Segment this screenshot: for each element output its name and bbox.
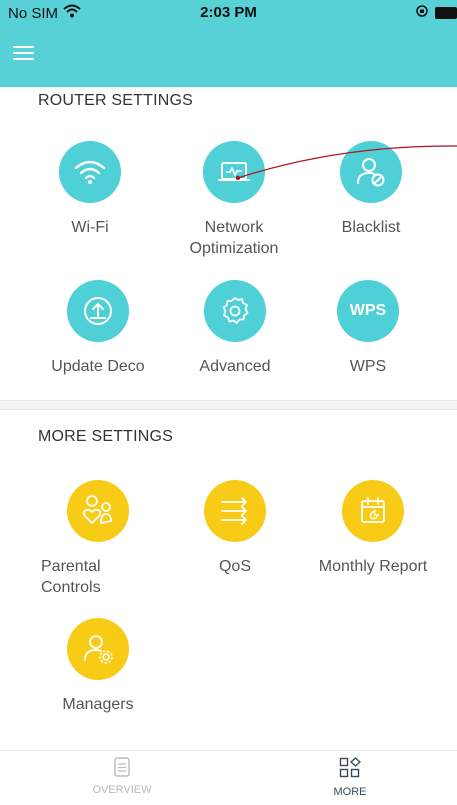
- app-header: No SIM 2:03 PM: [0, 0, 457, 87]
- calendar-icon: [342, 480, 404, 542]
- rotation-lock-icon: [415, 4, 429, 22]
- hamburger-menu-button[interactable]: [10, 40, 40, 66]
- wps-icon-text: WPS: [349, 302, 387, 319]
- qos-tile[interactable]: QoS: [160, 480, 310, 577]
- blacklist-icon: [340, 141, 402, 203]
- more-icon: [300, 757, 400, 782]
- tab-overview[interactable]: OVERVIEW: [72, 757, 172, 796]
- qos-label: QoS: [218, 558, 251, 575]
- advanced-label: Advanced: [199, 358, 271, 375]
- monthly-report-label: Monthly Report: [318, 558, 428, 575]
- parental-controls-tile[interactable]: Parental Controls: [23, 480, 173, 598]
- blacklist-tile[interactable]: Blacklist: [296, 141, 446, 238]
- network-optimization-icon: [203, 141, 265, 203]
- status-bar: No SIM 2:03 PM: [0, 0, 457, 26]
- wifi-label: Wi-Fi: [71, 219, 109, 236]
- tab-more-label: MORE: [333, 786, 367, 798]
- parental-controls-icon: [67, 480, 129, 542]
- status-time: 2:03 PM: [200, 4, 257, 21]
- update-deco-tile[interactable]: Update Deco: [23, 280, 173, 377]
- wifi-icon: [59, 141, 121, 203]
- section-divider: [0, 400, 457, 410]
- tab-more[interactable]: MORE: [300, 757, 400, 798]
- battery-icon: [435, 7, 457, 19]
- update-deco-label: Update Deco: [51, 358, 145, 375]
- gear-icon: [204, 280, 266, 342]
- wps-icon: WPS: [337, 280, 399, 342]
- bottom-tab-bar: OVERVIEW MORE: [0, 750, 457, 805]
- managers-label: Managers: [62, 696, 134, 713]
- blacklist-label: Blacklist: [341, 219, 401, 236]
- wifi-tile[interactable]: Wi-Fi: [15, 141, 165, 238]
- wps-label: WPS: [349, 358, 387, 375]
- advanced-tile[interactable]: Advanced: [160, 280, 310, 377]
- tab-overview-label: OVERVIEW: [92, 784, 152, 796]
- network-optimization-tile[interactable]: Network Optimization: [159, 141, 309, 259]
- overview-icon: [72, 757, 172, 780]
- monthly-report-tile[interactable]: Monthly Report: [298, 480, 448, 577]
- parental-controls-label: Parental Controls: [41, 558, 101, 596]
- router-settings-title: ROUTER SETTINGS: [38, 92, 194, 109]
- managers-icon: [67, 618, 129, 680]
- wps-tile[interactable]: WPS WPS: [293, 280, 443, 377]
- update-icon: [67, 280, 129, 342]
- network-optimization-label: Network Optimization: [189, 219, 279, 257]
- more-settings-title: MORE SETTINGS: [38, 428, 174, 445]
- managers-tile[interactable]: Managers: [23, 618, 173, 715]
- qos-icon: [204, 480, 266, 542]
